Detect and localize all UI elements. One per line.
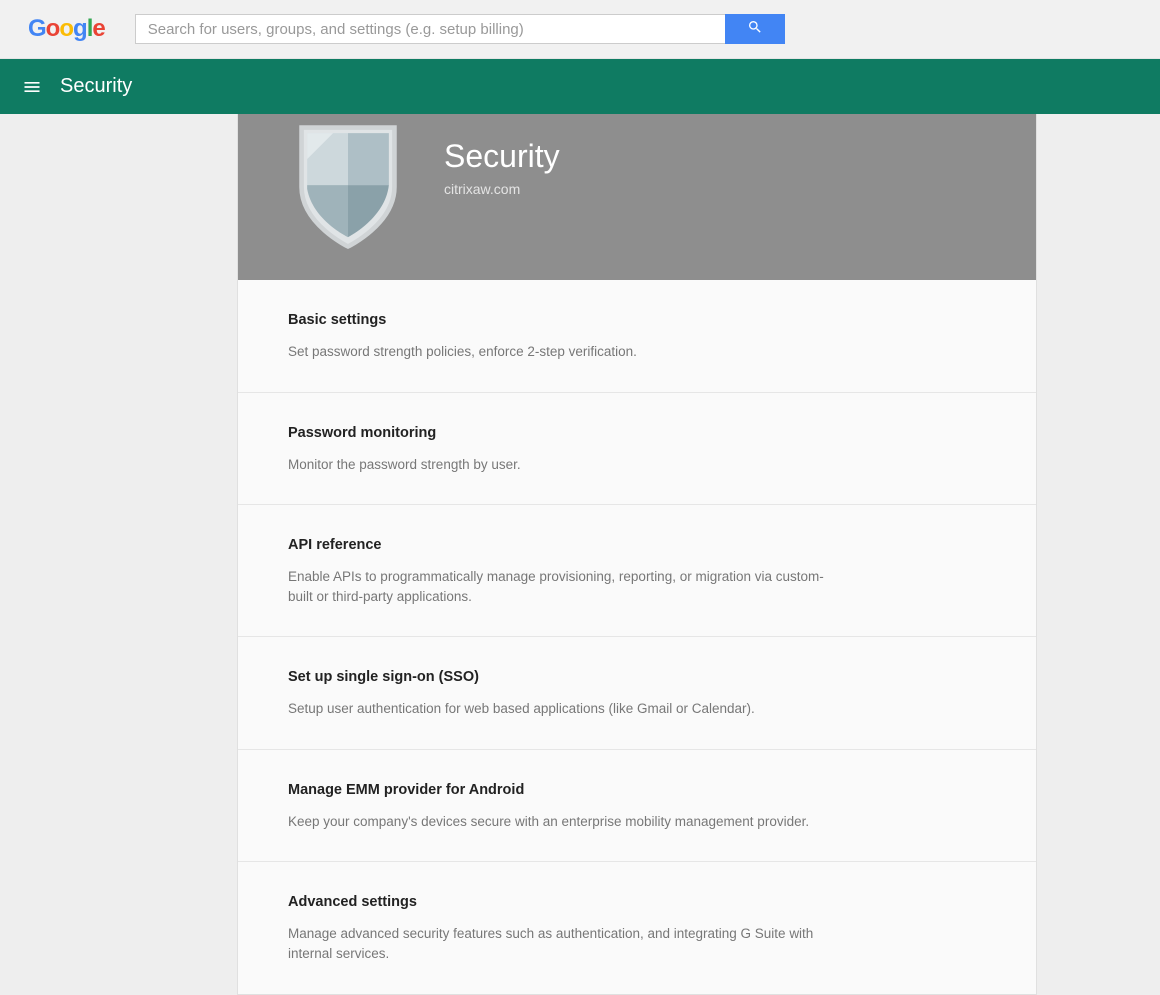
row-title: API reference	[288, 537, 986, 553]
row-title: Advanced settings	[288, 894, 986, 910]
row-desc: Monitor the password strength by user.	[288, 455, 828, 475]
row-password-monitoring[interactable]: Password monitoring Monitor the password…	[238, 392, 1036, 505]
row-title: Password monitoring	[288, 425, 986, 441]
row-desc: Set password strength policies, enforce …	[288, 342, 828, 362]
page-title: Security	[444, 138, 560, 175]
row-desc: Keep your company's devices secure with …	[288, 812, 828, 832]
top-bar: Google	[0, 0, 1160, 59]
row-desc: Manage advanced security features such a…	[288, 924, 828, 963]
search-button[interactable]	[725, 14, 785, 44]
row-title: Basic settings	[288, 312, 986, 328]
row-sso[interactable]: Set up single sign-on (SSO) Setup user a…	[238, 636, 1036, 749]
row-title: Manage EMM provider for Android	[288, 782, 986, 798]
section-header-bar: Security	[0, 59, 1160, 114]
security-panel: Security citrixaw.com Basic settings Set…	[237, 114, 1037, 995]
row-desc: Setup user authentication for web based …	[288, 699, 828, 719]
row-title: Set up single sign-on (SSO)	[288, 669, 986, 685]
hamburger-menu-icon[interactable]	[22, 77, 42, 97]
section-header-title: Security	[60, 75, 132, 98]
search-input[interactable]	[135, 14, 725, 44]
row-desc: Enable APIs to programmatically manage p…	[288, 567, 828, 606]
shield-icon	[288, 122, 408, 257]
search-icon	[747, 19, 763, 40]
settings-list: Basic settings Set password strength pol…	[238, 280, 1036, 994]
domain-label: citrixaw.com	[444, 181, 560, 197]
row-emm-android[interactable]: Manage EMM provider for Android Keep you…	[238, 749, 1036, 862]
google-logo[interactable]: Google	[28, 15, 105, 43]
row-api-reference[interactable]: API reference Enable APIs to programmati…	[238, 504, 1036, 636]
hero-banner: Security citrixaw.com	[238, 114, 1036, 280]
search-form	[135, 14, 785, 44]
row-advanced-settings[interactable]: Advanced settings Manage advanced securi…	[238, 861, 1036, 993]
row-basic-settings[interactable]: Basic settings Set password strength pol…	[238, 280, 1036, 392]
